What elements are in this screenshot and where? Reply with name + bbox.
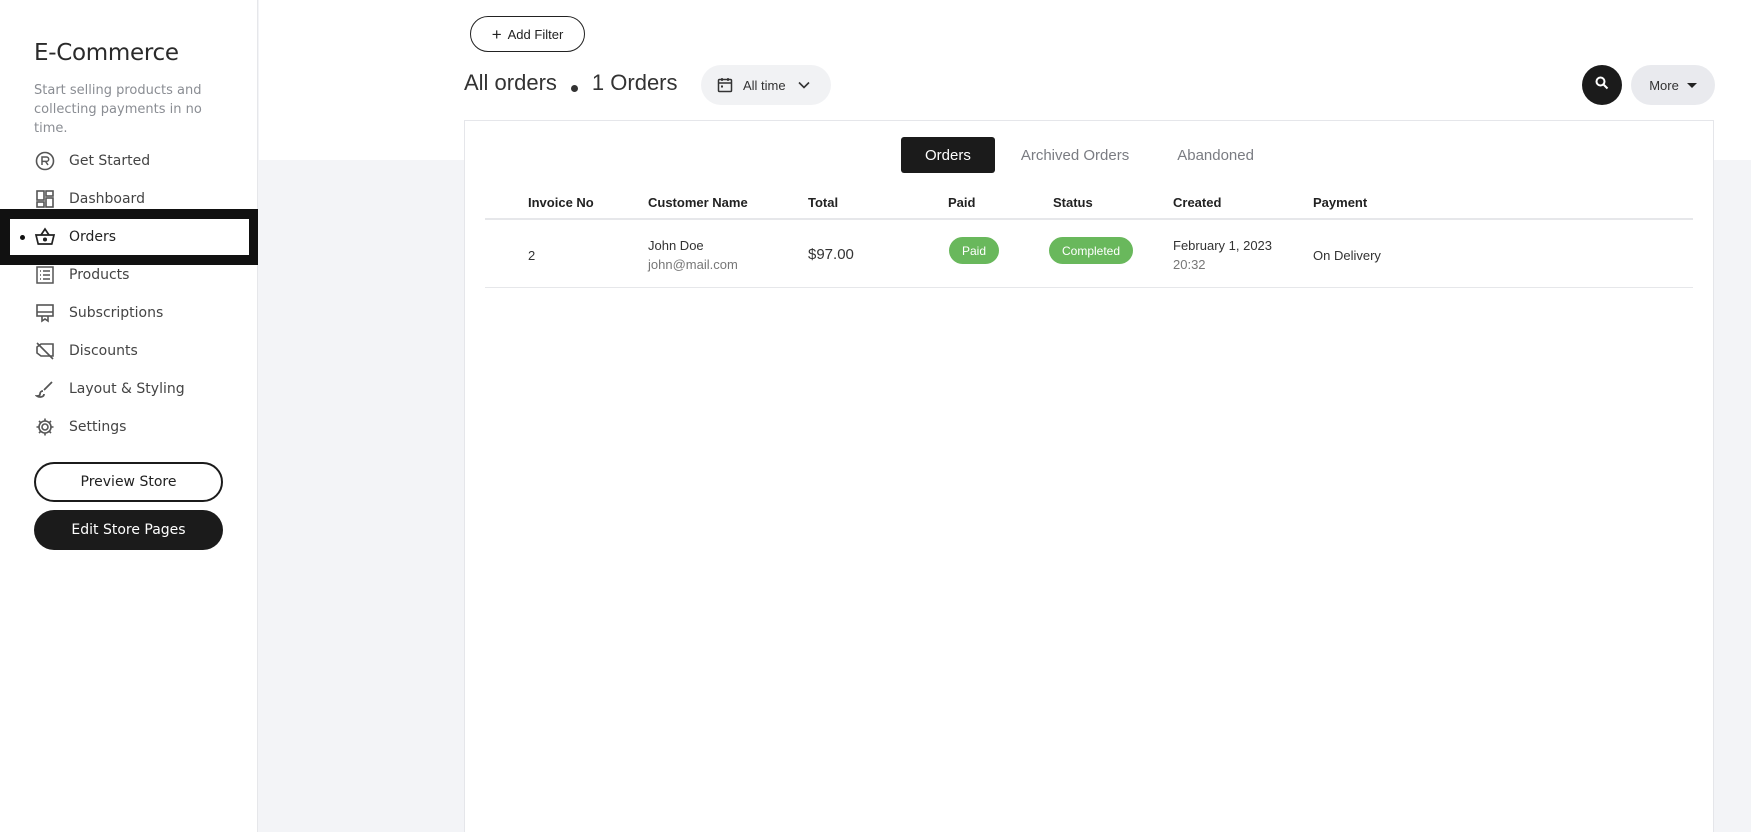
rocket-badge-icon (34, 150, 56, 172)
sidebar-item-label: Products (69, 267, 130, 283)
sidebar-item-get-started[interactable]: Get Started (0, 142, 258, 180)
payment-method: On Delivery (1313, 248, 1381, 263)
sidebar-item-label: Get Started (69, 153, 151, 169)
page-title-text: All orders (464, 70, 557, 95)
table-row[interactable]: 2 John Doe john@mail.com $97.00 Paid Com… (485, 221, 1693, 288)
column-header-invoice[interactable]: Invoice No (528, 195, 594, 210)
column-header-paid[interactable]: Paid (948, 195, 975, 210)
chevron-down-icon (798, 81, 810, 89)
column-header-created[interactable]: Created (1173, 195, 1221, 210)
more-button[interactable]: More (1631, 65, 1715, 105)
brush-icon (34, 378, 56, 400)
customer-email: john@mail.com (648, 257, 738, 272)
date-range-dropdown[interactable]: All time (701, 65, 831, 105)
preview-store-button[interactable]: Preview Store (34, 462, 223, 502)
sidebar: E-Commerce Start selling products and co… (0, 0, 258, 832)
add-filter-button[interactable]: + Add Filter (470, 16, 585, 52)
sidebar-item-layout-styling[interactable]: Layout & Styling (0, 370, 258, 408)
more-label: More (1649, 77, 1679, 93)
edit-store-pages-button[interactable]: Edit Store Pages (34, 510, 223, 550)
app-subtitle: Start selling products and collecting pa… (34, 83, 202, 136)
sidebar-item-orders-inner[interactable]: Orders (10, 219, 249, 255)
date-range-label: All time (743, 77, 786, 93)
column-header-customer[interactable]: Customer Name (648, 195, 748, 210)
list-icon (34, 264, 56, 286)
invoice-number: 2 (528, 248, 536, 263)
active-indicator-dot (20, 235, 25, 240)
title-separator-dot (570, 84, 578, 92)
column-header-total[interactable]: Total (808, 195, 838, 210)
orders-card: Orders Archived Orders Abandoned Invoice… (464, 120, 1714, 832)
status-badge: Completed (1049, 237, 1133, 264)
sidebar-item-label: Settings (69, 419, 127, 435)
sidebar-item-label: Layout & Styling (69, 381, 185, 397)
sidebar-item-label: Orders (69, 229, 117, 245)
sidebar-item-label: Subscriptions (69, 305, 164, 321)
basket-icon (34, 226, 56, 248)
tab-archived-orders[interactable]: Archived Orders (997, 137, 1153, 173)
orders-count: 1 Orders (591, 70, 678, 95)
calendar-icon (717, 77, 733, 93)
created-time: 20:32 (1173, 257, 1206, 272)
app-title: E-Commerce (34, 40, 179, 66)
column-header-status[interactable]: Status (1053, 195, 1093, 210)
sidebar-item-discounts[interactable]: Discounts (0, 332, 258, 370)
page-title: All orders 1 Orders (464, 70, 678, 96)
tab-abandoned[interactable]: Abandoned (1153, 137, 1278, 173)
order-total: $97.00 (808, 246, 854, 263)
tab-orders[interactable]: Orders (901, 137, 995, 173)
table-header: Invoice No Customer Name Total Paid Stat… (485, 195, 1693, 220)
customer-name: John Doe (648, 238, 704, 253)
sidebar-item-products[interactable]: Products (0, 256, 258, 294)
created-date: February 1, 2023 (1173, 238, 1273, 253)
dashboard-icon (34, 188, 56, 210)
column-header-payment[interactable]: Payment (1313, 195, 1367, 210)
discount-tag-icon (34, 340, 56, 362)
sidebar-item-label: Discounts (69, 343, 138, 359)
add-filter-label: Add Filter (507, 26, 564, 42)
sidebar-item-label: Dashboard (69, 191, 145, 207)
search-icon (1595, 76, 1609, 95)
sidebar-item-settings[interactable]: Settings (0, 408, 258, 446)
subscription-icon (34, 302, 56, 324)
sidebar-item-subscriptions[interactable]: Subscriptions (0, 294, 258, 332)
plus-icon: + (491, 24, 502, 44)
gear-icon (34, 416, 56, 438)
sidebar-nav: Get Started Dashboard Orders Products Su… (0, 142, 258, 446)
caret-down-icon (1686, 82, 1697, 88)
search-button[interactable] (1582, 65, 1622, 105)
orders-tabs: Orders Archived Orders Abandoned (901, 137, 1278, 173)
paid-badge: Paid (949, 237, 999, 264)
